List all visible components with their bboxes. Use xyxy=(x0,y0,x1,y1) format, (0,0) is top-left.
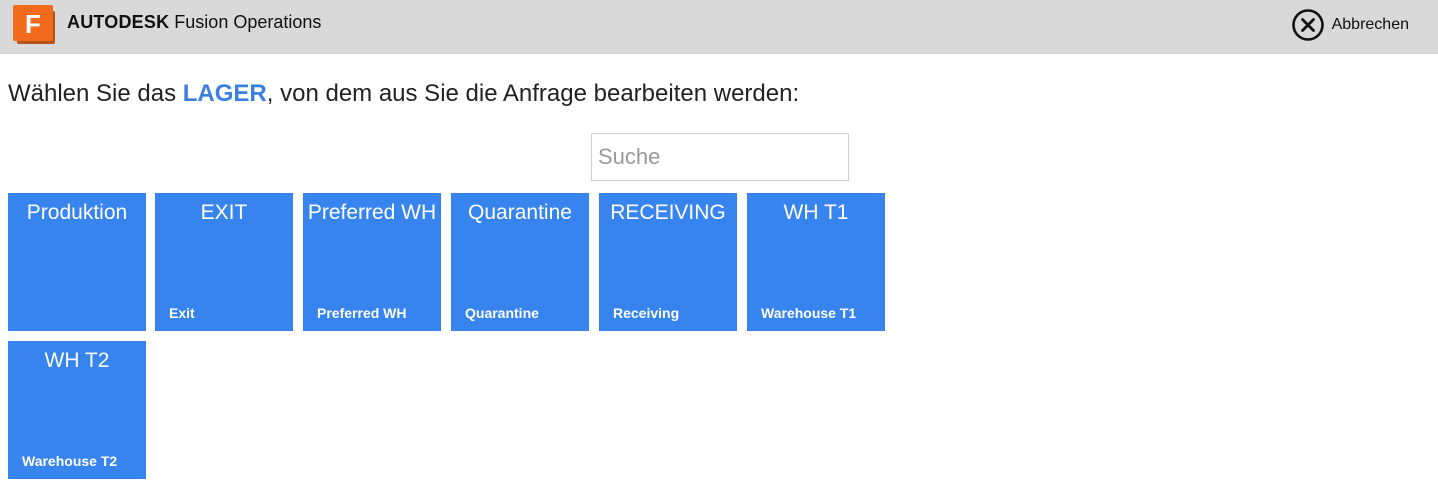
tile-subtitle: Quarantine xyxy=(465,305,539,321)
warehouse-tile-receiving[interactable]: RECEIVING Receiving xyxy=(599,193,737,331)
warehouse-tile-wh-t1[interactable]: WH T1 Warehouse T1 xyxy=(747,193,885,331)
brand-autodesk: AUTODESK xyxy=(67,12,170,32)
tile-subtitle: Warehouse T1 xyxy=(761,305,857,321)
tile-subtitle: Receiving xyxy=(613,305,680,321)
tile-title: EXIT xyxy=(200,201,248,224)
instruction-after: , von dem aus Sie die Anfrage bearbeiten… xyxy=(266,80,800,107)
logo-letter: F xyxy=(25,9,41,39)
tile-title: WH T1 xyxy=(783,201,849,224)
cancel-button[interactable]: Abbrechen xyxy=(1291,8,1409,42)
warehouse-tile-wh-t2[interactable]: WH T2 Warehouse T2 xyxy=(8,341,146,479)
tile-title: Quarantine xyxy=(468,201,572,224)
tile-title: RECEIVING xyxy=(610,201,726,224)
page-instruction: Wählen Sie das LAGER, von dem aus Sie di… xyxy=(8,80,799,108)
app-header: F AUTODESK Fusion Operations Abbrechen xyxy=(0,0,1438,54)
close-circle-icon xyxy=(1291,9,1324,41)
brand-title: AUTODESK Fusion Operations xyxy=(67,11,321,33)
warehouse-tile-preferred-wh[interactable]: Preferred WH Preferred WH xyxy=(303,193,441,331)
tile-subtitle: Preferred WH xyxy=(317,305,407,321)
fusion-logo-icon: F xyxy=(13,5,55,44)
instruction-highlight: LAGER xyxy=(182,80,267,107)
tile-subtitle: Exit xyxy=(169,305,195,321)
tile-title: WH T2 xyxy=(44,349,110,372)
cancel-label: Abbrechen xyxy=(1331,16,1409,33)
tile-subtitle: Warehouse T2 xyxy=(22,453,118,469)
warehouse-tile-exit[interactable]: EXIT Exit xyxy=(155,193,293,331)
warehouse-tile-quarantine[interactable]: Quarantine Quarantine xyxy=(451,193,589,331)
instruction-before: Wählen Sie das xyxy=(8,80,183,107)
search-input[interactable] xyxy=(591,133,849,181)
tile-title: Preferred WH xyxy=(307,201,437,224)
warehouse-tile-produktion[interactable]: Produktion xyxy=(8,193,146,331)
tile-title: Produktion xyxy=(26,201,128,224)
brand-product: Fusion Operations xyxy=(174,12,322,32)
